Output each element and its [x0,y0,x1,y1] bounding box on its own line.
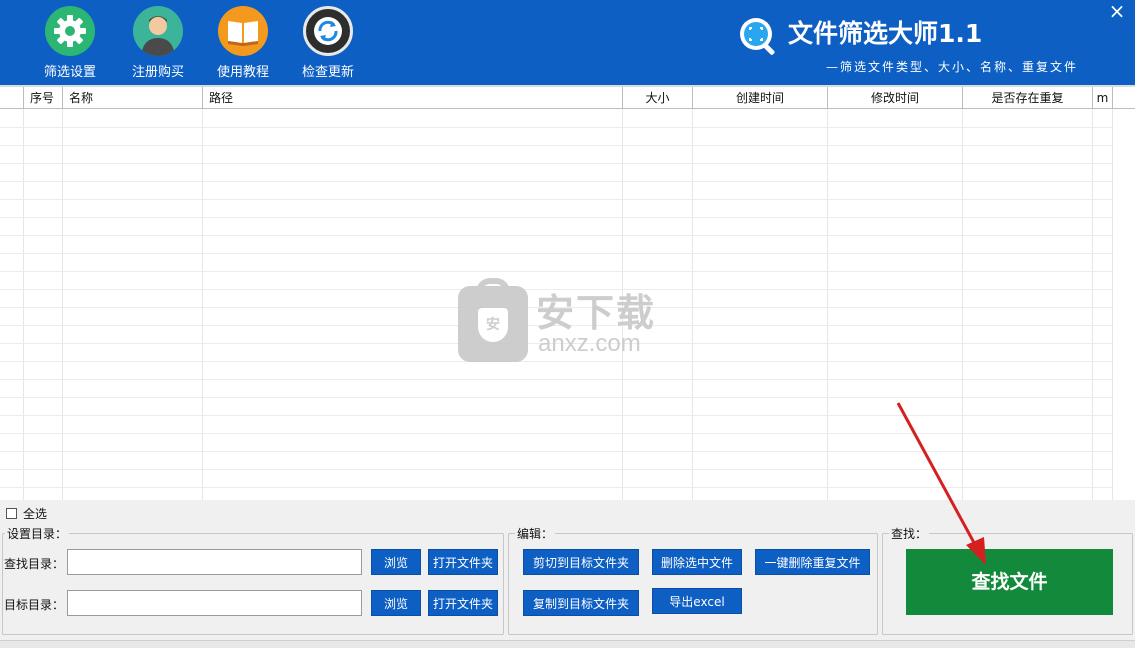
search-dir-open-folder-button[interactable]: 打开文件夹 [428,549,498,575]
watermark-en-text: anxz.com [538,330,641,357]
search-dir-browse-button[interactable]: 浏览 [371,549,421,575]
grid-line [202,109,203,500]
app-header: 筛选设置 注册购买 使用教程 检查更新 文件筛选大师1.1 —筛选文件类型、大小… [0,0,1135,85]
copy-to-target-button[interactable]: 复制到目标文件夹 [523,590,639,616]
edit-group-title: 编辑： [515,525,556,542]
target-dir-browse-button[interactable]: 浏览 [371,590,421,616]
export-excel-button[interactable]: 导出excel [652,588,742,614]
column-header-m[interactable]: m [1093,87,1113,109]
watermark-cn-text: 安下载 [536,291,657,335]
tutorial-button[interactable]: 使用教程 [203,6,283,80]
grid-line [62,109,63,500]
search-logo-icon [736,14,780,58]
check-update-label: 检查更新 [301,65,354,80]
book-icon [218,6,268,56]
column-header-size[interactable]: 大小 [623,87,693,109]
directory-group-title: 设置目录： [5,525,70,542]
row-grid-line [0,199,1113,200]
column-header-index[interactable]: 序号 [24,87,63,109]
grid-line [23,109,24,500]
search-dir-input[interactable] [67,549,362,575]
tutorial-label: 使用教程 [216,65,269,80]
row-grid-line [0,235,1113,236]
watermark-bag-icon: 安 [458,278,528,362]
column-header-path[interactable]: 路径 [203,87,623,109]
watermark: 安 安下载 anxz.com [458,278,678,372]
register-buy-label: 注册购买 [131,65,184,80]
close-icon: × [1108,0,1126,23]
row-grid-line [0,271,1113,272]
row-grid-line [0,145,1113,146]
close-button[interactable]: × [1105,0,1129,24]
check-update-button[interactable]: 检查更新 [288,6,368,80]
user-icon [133,6,183,56]
column-header-duplicate[interactable]: 是否存在重复 [963,87,1093,109]
search-dir-label: 查找目录： [4,557,65,571]
row-grid-line [0,217,1113,218]
delete-selected-button[interactable]: 删除选中文件 [652,549,742,575]
gear-icon [45,6,95,56]
grid-line [827,109,828,500]
status-bar [0,640,1135,648]
app-subtitle: —筛选文件类型、大小、名称、重复文件 [826,60,1079,74]
row-selector-header [0,87,24,109]
row-grid-line [0,379,1113,380]
target-dir-open-folder-button[interactable]: 打开文件夹 [428,590,498,616]
register-buy-button[interactable]: 注册购买 [118,6,198,80]
watermark-bag-handle [476,278,510,298]
grid-line [692,109,693,500]
target-dir-input[interactable] [67,590,362,616]
watermark-shield-icon: 安 [478,308,508,342]
row-grid-line [0,163,1113,164]
column-header-modified[interactable]: 修改时间 [828,87,963,109]
annotation-arrow [896,402,986,565]
cut-to-target-button[interactable]: 剪切到目标文件夹 [523,549,639,575]
filter-settings-label: 筛选设置 [43,65,96,80]
grid-line [1092,109,1093,500]
delete-duplicates-button[interactable]: 一键删除重复文件 [755,549,870,575]
select-all-checkbox[interactable]: 全选 [6,505,47,522]
column-header-created[interactable]: 创建时间 [693,87,828,109]
filter-settings-button[interactable]: 筛选设置 [30,6,110,80]
grid-line [1112,109,1113,500]
row-grid-line [0,127,1113,128]
checkbox-box[interactable] [6,508,17,519]
column-header-name[interactable]: 名称 [63,87,203,109]
row-grid-line [0,253,1113,254]
row-grid-line [0,181,1113,182]
target-dir-label: 目标目录： [4,598,65,612]
select-all-label: 全选 [23,507,48,521]
refresh-icon [303,6,353,56]
table-header: 序号 名称 路径 大小 创建时间 修改时间 是否存在重复 m [0,87,1135,109]
app-title: 文件筛选大师1.1 [788,19,983,48]
